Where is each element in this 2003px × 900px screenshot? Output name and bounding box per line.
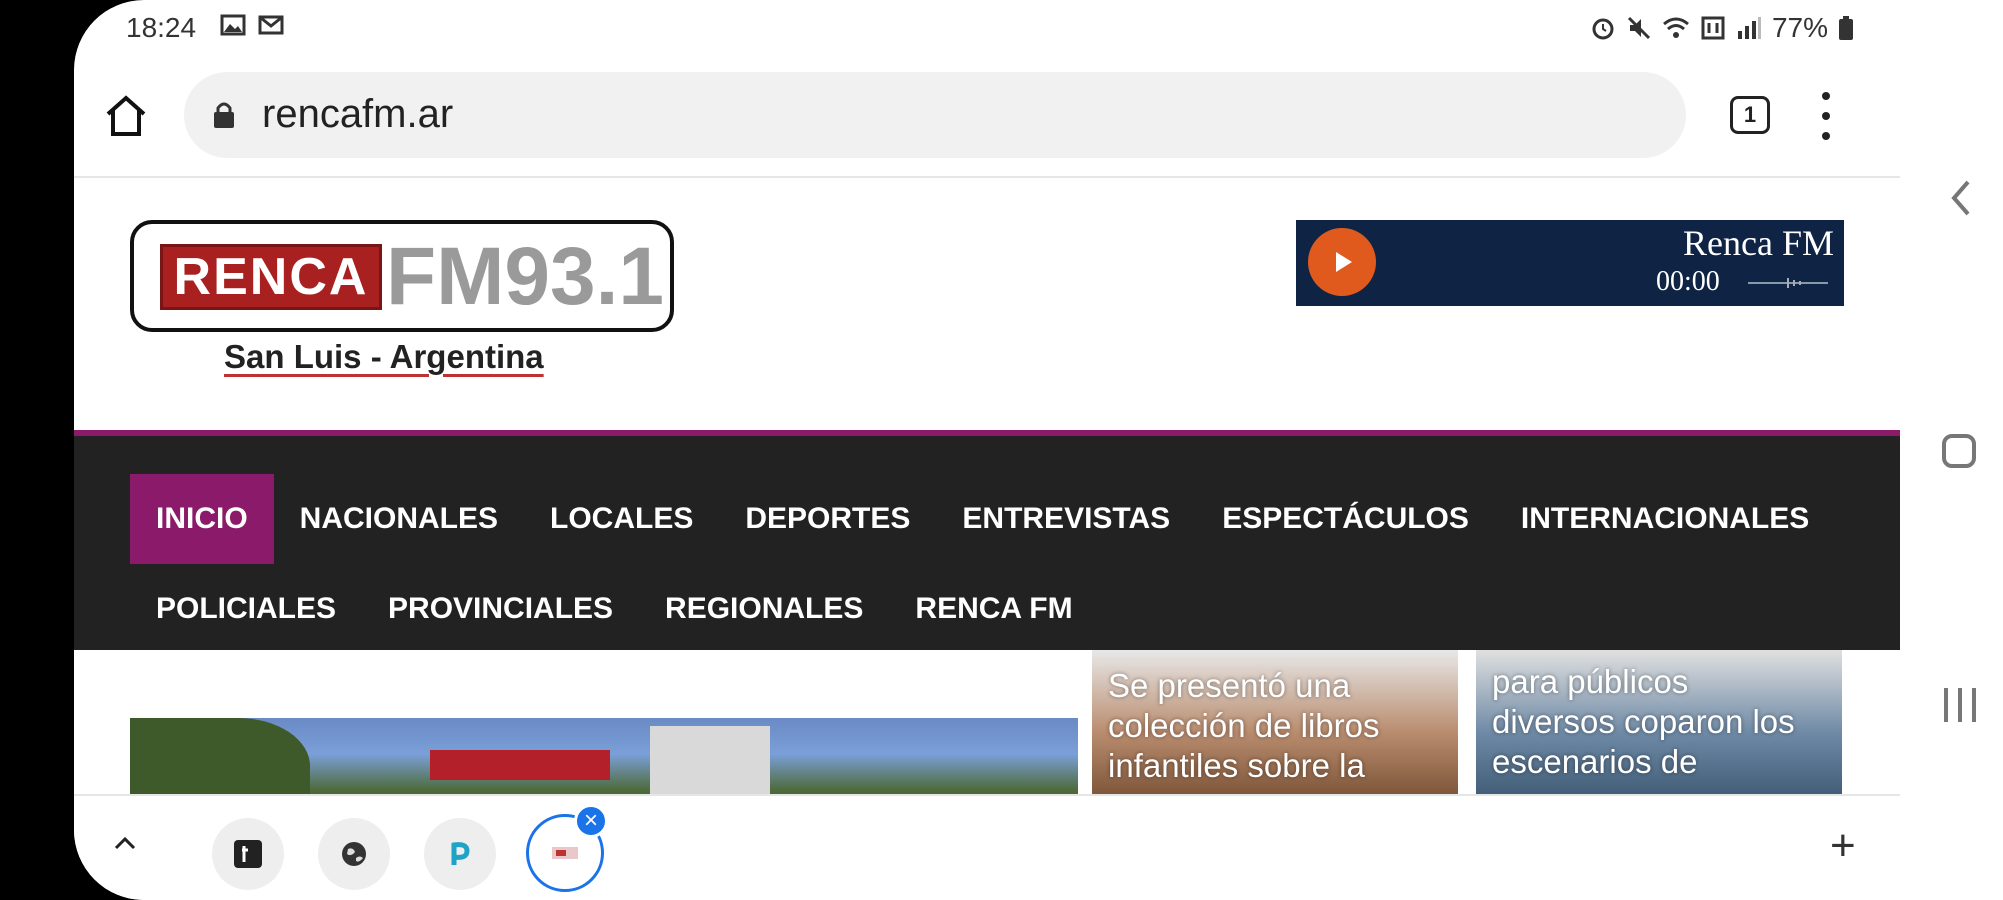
- gallery-icon: [220, 14, 246, 36]
- new-tab-plus-icon[interactable]: +: [1830, 824, 1856, 868]
- mute-icon: [1627, 16, 1651, 40]
- news-card-1-line-3: infantiles sobre la: [1108, 747, 1365, 784]
- nav-row-1: INICIO NACIONALES LOCALES DEPORTES ENTRE…: [130, 474, 1835, 564]
- nav-item-inicio[interactable]: INICIO: [130, 474, 274, 564]
- play-button[interactable]: [1308, 228, 1376, 296]
- alarm-icon: [1592, 18, 1614, 40]
- tab-count: 1: [1743, 102, 1757, 127]
- volume-slider[interactable]: [1748, 276, 1828, 290]
- news-card-2[interactable]: para públicos diversos coparon los escen…: [1476, 650, 1842, 795]
- nav-item-policiales[interactable]: POLICIALES: [130, 564, 362, 654]
- player-time: 00:00: [1656, 266, 1720, 297]
- nav-item-regionales[interactable]: REGIONALES: [639, 564, 889, 654]
- p-logo-icon: [451, 842, 470, 865]
- close-tab-icon[interactable]: ×: [574, 804, 608, 838]
- main-navigation: INICIO NACIONALES LOCALES DEPORTES ENTRE…: [74, 430, 1900, 650]
- nav-item-nacionales[interactable]: NACIONALES: [274, 474, 524, 564]
- site-logo[interactable]: RENCA FM93.1: [130, 220, 674, 332]
- tab-thumb-1[interactable]: [212, 818, 284, 890]
- url-bar[interactable]: rencafm.ar: [184, 72, 1686, 158]
- nav-item-renca-fm[interactable]: RENCA FM: [889, 564, 1098, 654]
- featured-news-image[interactable]: [130, 718, 1078, 795]
- back-chevron-icon[interactable]: [1948, 178, 1972, 218]
- url-text: rencafm.ar: [262, 92, 454, 136]
- recent-apps-icon[interactable]: [1944, 688, 1976, 722]
- more-menu-icon[interactable]: [1816, 92, 1836, 140]
- nav-item-locales[interactable]: LOCALES: [524, 474, 719, 564]
- logo-frequency: FM93.1: [386, 231, 664, 322]
- nav-item-deportes[interactable]: DEPORTES: [719, 474, 936, 564]
- site-tagline: San Luis - Argentina: [224, 338, 544, 375]
- play-icon: [1336, 252, 1352, 272]
- news-card-1-line-2: colección de libros: [1108, 707, 1380, 744]
- nav-item-espectaculos[interactable]: ESPECTÁCULOS: [1196, 474, 1495, 564]
- phone-screen: 18:24 77% rencafm.ar 1 RENCA FM93.1 San …: [74, 0, 1900, 900]
- home-square-icon[interactable]: [1942, 434, 1976, 468]
- nav-item-entrevistas[interactable]: ENTREVISTAS: [936, 474, 1196, 564]
- news-content: Se presentó una colección de libros infa…: [74, 650, 1900, 795]
- battery-percentage: 77%: [1771, 12, 1828, 43]
- wifi-icon: [1662, 17, 1689, 38]
- nav-row-2: POLICIALES PROVINCIALES REGIONALES RENCA…: [130, 564, 1099, 654]
- logo-renca: RENCA: [160, 244, 382, 310]
- nav-item-provinciales[interactable]: PROVINCIALES: [362, 564, 639, 654]
- data-icon: [1701, 16, 1725, 40]
- radio-player: Renca FM 00:00: [1296, 220, 1844, 306]
- status-time: 18:24: [126, 12, 197, 43]
- battery-icon: [1839, 16, 1853, 40]
- news-card-2-line-3: escenarios de: [1492, 743, 1698, 780]
- news-app-icon: [234, 840, 262, 868]
- news-card-1[interactable]: Se presentó una colección de libros infa…: [1092, 650, 1458, 795]
- tab-strip: × +: [74, 794, 1900, 900]
- tab-thumb-2[interactable]: [318, 818, 390, 890]
- globe-icon: [342, 842, 366, 866]
- system-navigation-bar: [1900, 0, 2003, 900]
- signal-icon: [1737, 17, 1761, 39]
- chevron-up-icon[interactable]: [110, 828, 140, 858]
- news-card-2-line-2: diversos coparon los: [1492, 703, 1795, 740]
- toolbar-divider: [74, 176, 1900, 178]
- news-card-2-line-1: para públicos: [1492, 663, 1689, 700]
- browser-toolbar: rencafm.ar 1: [74, 66, 1900, 166]
- nav-item-internacionales[interactable]: INTERNACIONALES: [1495, 474, 1835, 564]
- tab-thumb-3[interactable]: [424, 818, 496, 890]
- tab-switcher-button[interactable]: 1: [1730, 96, 1770, 134]
- site-favicon-icon: [552, 847, 578, 859]
- lock-icon: [214, 102, 234, 128]
- status-bar: 18:24 77%: [74, 0, 1900, 56]
- news-card-1-line-1: Se presentó una: [1108, 667, 1351, 704]
- player-station-name: Renca FM: [1683, 223, 1834, 263]
- home-icon[interactable]: [100, 90, 152, 142]
- gmail-icon: [258, 15, 284, 35]
